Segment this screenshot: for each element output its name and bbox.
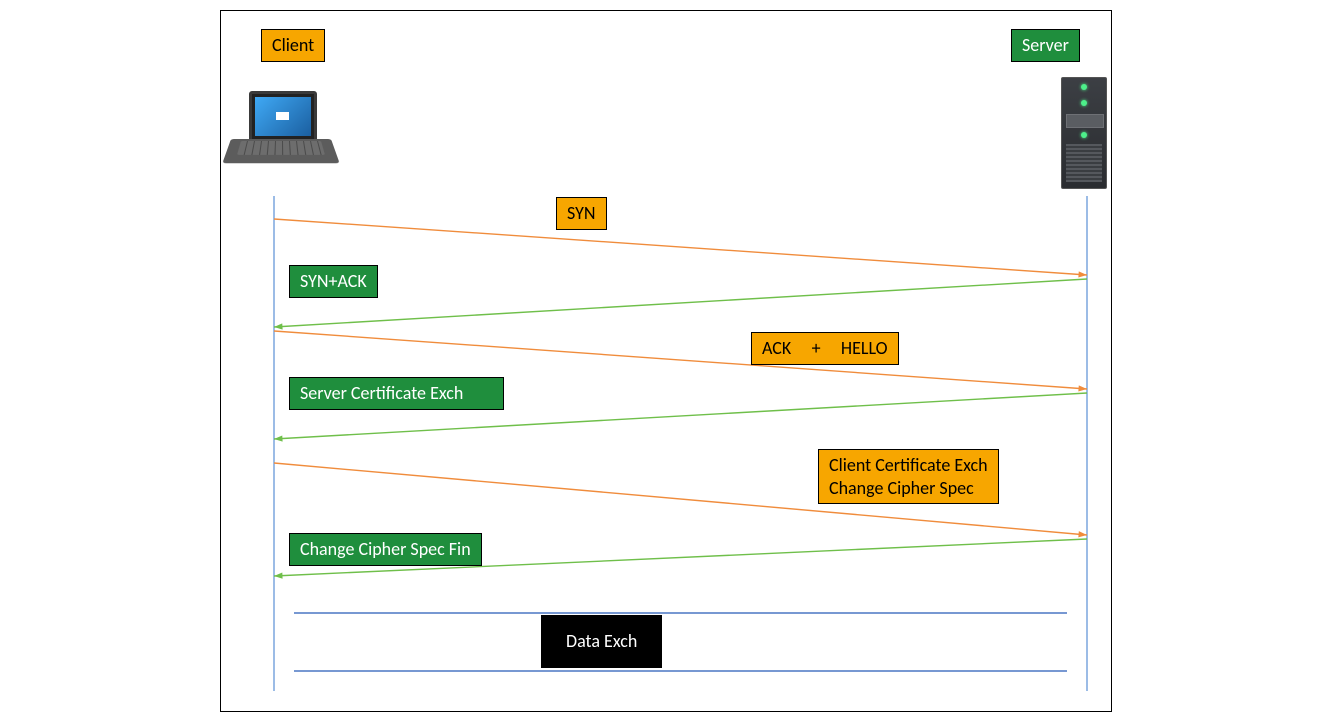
msg-client-cert: Client Certificate Exch Change Cipher Sp… (818, 449, 999, 504)
msg-data-exch: Data Exch (541, 615, 662, 668)
diagram-frame: Client Server SYN SYN+ACK ACK + HELLO Se… (220, 10, 1112, 712)
msg-syn: SYN (556, 197, 607, 230)
client-label: Client (261, 29, 325, 62)
page: Client Server SYN SYN+ACK ACK + HELLO Se… (0, 0, 1329, 720)
laptop-icon (231, 91, 331, 181)
msg-synack: SYN+ACK (289, 265, 378, 298)
msg-server-cert: Server Certificate Exch (289, 377, 504, 410)
msg-ccs-fin: Change Cipher Spec Fin (289, 533, 482, 566)
server-rack-icon (1061, 77, 1107, 189)
server-label: Server (1011, 29, 1080, 62)
sequence-svg (221, 11, 1111, 711)
msg-ack-hello: ACK + HELLO (751, 332, 899, 365)
